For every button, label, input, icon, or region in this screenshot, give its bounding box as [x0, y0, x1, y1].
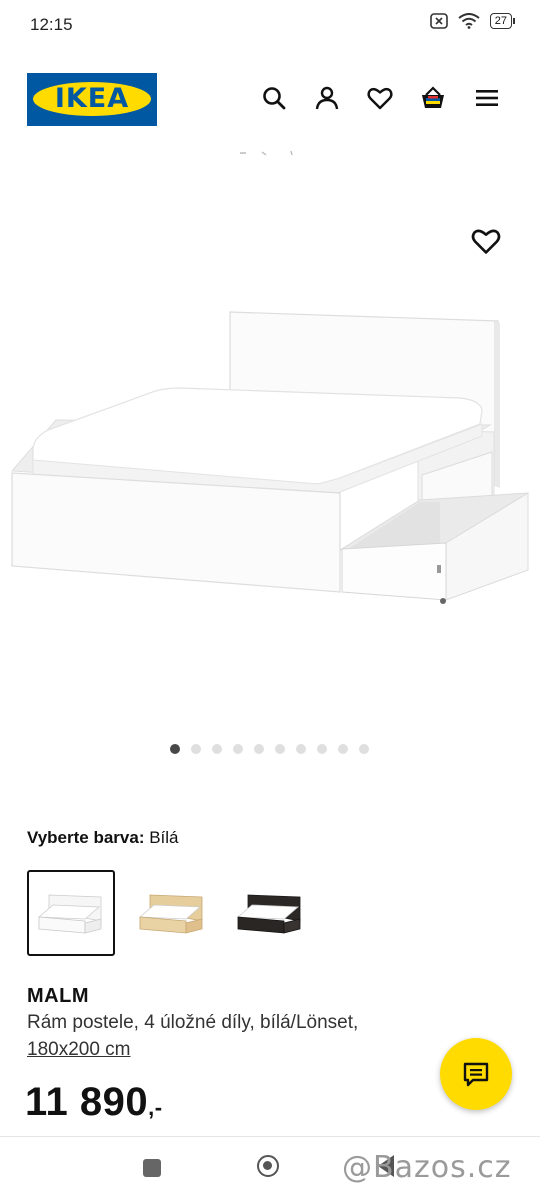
black-bed-thumbnail	[236, 894, 301, 934]
product-description: Rám postele, 4 úložné díly, bílá/Lönset,	[27, 1012, 359, 1033]
product-image-gallery[interactable]	[0, 140, 540, 780]
battery-indicator: 27	[489, 13, 516, 29]
search-icon[interactable]	[260, 84, 288, 112]
chat-button[interactable]	[440, 1038, 512, 1110]
logo-text: IKEA	[54, 83, 130, 114]
color-selector-label: Vyberte barva: Bílá	[27, 828, 179, 848]
oak-bed-thumbnail	[138, 894, 203, 934]
gallery-dot[interactable]	[338, 744, 348, 754]
product-price: 11 890,-	[25, 1080, 163, 1125]
price-main: 11 890	[25, 1080, 149, 1124]
menu-icon[interactable]	[473, 84, 501, 112]
notification-icon	[429, 13, 448, 29]
ikea-logo[interactable]: IKEA	[27, 73, 157, 126]
color-swatch-white[interactable]	[27, 870, 115, 956]
app-header: IKEA	[0, 70, 540, 130]
chat-icon	[463, 1062, 489, 1087]
color-swatch-black-brown[interactable]	[226, 870, 314, 956]
watermark: @Bazos.cz	[342, 1150, 512, 1185]
selected-color-name: Bílá	[149, 828, 179, 847]
gallery-dot[interactable]	[212, 744, 222, 754]
white-bed-thumbnail	[37, 894, 102, 934]
gallery-dot[interactable]	[317, 744, 327, 754]
color-label-prefix: Vyberte barva:	[27, 828, 145, 847]
add-to-favourites-button[interactable]	[470, 225, 502, 257]
gallery-dot[interactable]	[170, 744, 180, 754]
gallery-dot[interactable]	[296, 744, 306, 754]
account-icon[interactable]	[313, 84, 341, 112]
recent-apps-button[interactable]	[143, 1159, 161, 1177]
gallery-dot[interactable]	[275, 744, 285, 754]
product-size-link[interactable]: 180x200 cm	[27, 1039, 131, 1061]
product-name: MALM	[27, 985, 89, 1007]
gallery-dot[interactable]	[233, 744, 243, 754]
color-swatch-oak[interactable]	[128, 870, 216, 956]
gallery-pagination	[0, 742, 540, 756]
price-suffix: ,-	[148, 1095, 163, 1120]
status-bar: 12:15 27	[0, 0, 540, 50]
status-time: 12:15	[30, 15, 73, 34]
wifi-icon	[458, 13, 480, 29]
home-button[interactable]	[257, 1155, 279, 1177]
heart-icon	[471, 229, 501, 254]
product-image	[10, 150, 529, 604]
gallery-dot[interactable]	[254, 744, 264, 754]
gallery-dot[interactable]	[359, 744, 369, 754]
gallery-dot[interactable]	[191, 744, 201, 754]
basket-icon[interactable]	[419, 84, 447, 112]
heart-icon[interactable]	[366, 84, 394, 112]
status-icons: 27	[429, 13, 516, 29]
